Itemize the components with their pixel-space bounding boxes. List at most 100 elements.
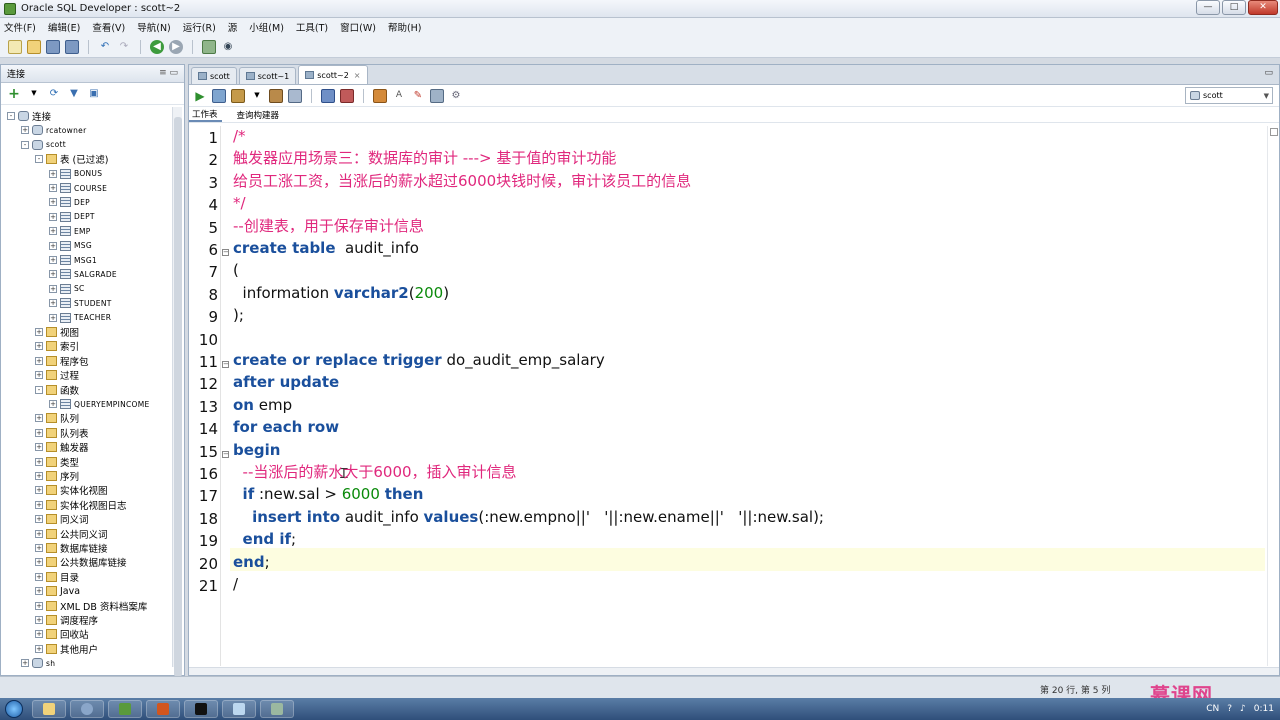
- expand-icon[interactable]: +: [49, 212, 57, 221]
- menu-item[interactable]: 文件(F): [4, 20, 36, 34]
- editor-horizontal-scrollbar[interactable]: [189, 667, 1279, 675]
- expand-icon[interactable]: +: [35, 601, 43, 610]
- tree-node[interactable]: + STUDENT: [49, 296, 112, 310]
- tree-node[interactable]: + MSG: [49, 239, 92, 253]
- tree-node[interactable]: + COURSE: [49, 181, 107, 195]
- expand-icon[interactable]: +: [35, 356, 43, 365]
- tree-node[interactable]: + 视图: [35, 325, 79, 339]
- menu-item[interactable]: 查看(V): [92, 20, 125, 34]
- tree-node[interactable]: + TEACHER: [49, 311, 111, 325]
- expand-icon[interactable]: +: [49, 256, 57, 264]
- tab-scott[interactable]: scott: [191, 67, 237, 84]
- tree-node[interactable]: + MSG1: [49, 253, 97, 267]
- menu-item[interactable]: 窗口(W): [340, 20, 376, 34]
- collapse-icon[interactable]: -: [35, 155, 43, 164]
- rollback-icon[interactable]: [340, 88, 354, 103]
- tree-node[interactable]: + 调度程序: [35, 613, 98, 627]
- expand-icon[interactable]: +: [49, 400, 57, 408]
- start-button[interactable]: [0, 698, 28, 720]
- clear-icon[interactable]: ✎: [411, 89, 425, 103]
- expand-icon[interactable]: +: [49, 169, 57, 178]
- taskbar-tool[interactable]: [260, 700, 294, 718]
- tree-node[interactable]: + 目录: [35, 570, 79, 584]
- expand-icon[interactable]: +: [35, 515, 43, 524]
- tree-node[interactable]: + DEP: [49, 195, 90, 209]
- case-toggle-icon[interactable]: A: [392, 89, 406, 103]
- filter-icon[interactable]: ▼: [67, 87, 81, 101]
- dropdown-arrow-icon[interactable]: ▼: [250, 89, 264, 103]
- panel-controls-icon[interactable]: ≡ ▭: [159, 68, 178, 78]
- menu-item[interactable]: 编辑(E): [48, 20, 80, 34]
- schema-browser-icon[interactable]: ▣: [87, 87, 101, 101]
- taskbar-powerpoint[interactable]: [146, 700, 180, 718]
- expand-icon[interactable]: +: [35, 572, 43, 581]
- expand-icon[interactable]: +: [49, 270, 57, 279]
- binoculars-icon[interactable]: ◉: [221, 40, 235, 54]
- expand-icon[interactable]: +: [35, 587, 43, 596]
- save-all-icon[interactable]: [65, 39, 79, 54]
- tab-scott-1[interactable]: scott~1: [238, 67, 297, 84]
- expand-icon[interactable]: +: [49, 184, 57, 192]
- editor-scrollbar[interactable]: [1267, 126, 1279, 666]
- help-icon[interactable]: ?: [1227, 704, 1232, 714]
- collapse-icon[interactable]: -: [35, 385, 43, 394]
- fold-toggle-icon[interactable]: −: [222, 361, 229, 368]
- expand-icon[interactable]: +: [21, 126, 29, 135]
- expand-icon[interactable]: +: [49, 198, 57, 207]
- tree-node[interactable]: + 队列表: [35, 426, 89, 440]
- expand-icon[interactable]: +: [35, 544, 43, 552]
- undo-icon[interactable]: ↶: [98, 40, 112, 54]
- new-file-icon[interactable]: [8, 39, 22, 54]
- collapse-icon[interactable]: -: [21, 140, 29, 149]
- clock[interactable]: 0:11: [1254, 704, 1274, 714]
- tree-node[interactable]: + rcatowner: [21, 123, 86, 137]
- expand-icon[interactable]: +: [35, 328, 43, 336]
- input-language[interactable]: CN: [1206, 704, 1219, 714]
- tree-node[interactable]: - 函数: [35, 383, 79, 397]
- expand-icon[interactable]: +: [35, 500, 43, 509]
- menu-item[interactable]: 小组(M): [249, 20, 284, 34]
- tree-node[interactable]: + 触发器: [35, 440, 89, 454]
- tree-node[interactable]: + 序列: [35, 469, 79, 483]
- menu-item[interactable]: 导航(N): [137, 20, 171, 34]
- tree-node[interactable]: + 索引: [35, 339, 79, 353]
- expand-icon[interactable]: +: [35, 371, 43, 380]
- tree-node[interactable]: + XML DB 资料档案库: [35, 599, 147, 613]
- tree-node[interactable]: + SC: [49, 282, 85, 296]
- save-icon[interactable]: [46, 39, 60, 54]
- tab-list-icon[interactable]: ▭: [1264, 68, 1273, 78]
- tree-node[interactable]: - 连接: [7, 109, 51, 123]
- tree-node[interactable]: - scott: [21, 138, 66, 152]
- commit-icon[interactable]: [321, 88, 335, 103]
- expand-icon[interactable]: +: [49, 241, 57, 250]
- tab-query-builder[interactable]: 查询构建器: [234, 109, 284, 121]
- expand-icon[interactable]: +: [49, 227, 57, 236]
- expand-icon[interactable]: +: [49, 284, 57, 293]
- tree-node[interactable]: + 过程: [35, 368, 79, 382]
- open-folder-icon[interactable]: [27, 39, 41, 54]
- expand-icon[interactable]: +: [35, 486, 43, 495]
- collapse-icon[interactable]: -: [7, 112, 15, 120]
- connection-select[interactable]: scott ▼: [1185, 87, 1273, 104]
- tree-node[interactable]: + QUERYEMPINCOME: [49, 397, 150, 411]
- back-icon[interactable]: ◀: [150, 39, 164, 54]
- sql-history-icon[interactable]: [373, 88, 387, 103]
- taskbar-cmd[interactable]: [184, 700, 218, 718]
- taskbar-sqldeveloper[interactable]: [108, 700, 142, 718]
- taskbar-notepad[interactable]: [222, 700, 256, 718]
- add-connection-icon[interactable]: +: [7, 87, 21, 101]
- tree-node[interactable]: + 回收站: [35, 627, 89, 641]
- expand-icon[interactable]: +: [35, 644, 43, 653]
- unshared-worksheet-icon[interactable]: ⚙: [449, 89, 463, 103]
- tree-node[interactable]: + EMP: [49, 224, 91, 238]
- fold-toggle-icon[interactable]: −: [222, 450, 229, 458]
- explain-plan-icon[interactable]: [269, 88, 283, 103]
- tab-worksheet[interactable]: 工作表: [189, 108, 222, 122]
- expand-icon[interactable]: +: [49, 313, 57, 322]
- tree-node[interactable]: + SALGRADE: [49, 267, 117, 281]
- autotrace-icon[interactable]: [231, 88, 245, 103]
- tree-node[interactable]: + 类型: [35, 455, 79, 469]
- expand-icon[interactable]: +: [35, 630, 43, 639]
- expand-icon[interactable]: +: [35, 472, 43, 480]
- maximize-button[interactable]: □: [1222, 0, 1246, 15]
